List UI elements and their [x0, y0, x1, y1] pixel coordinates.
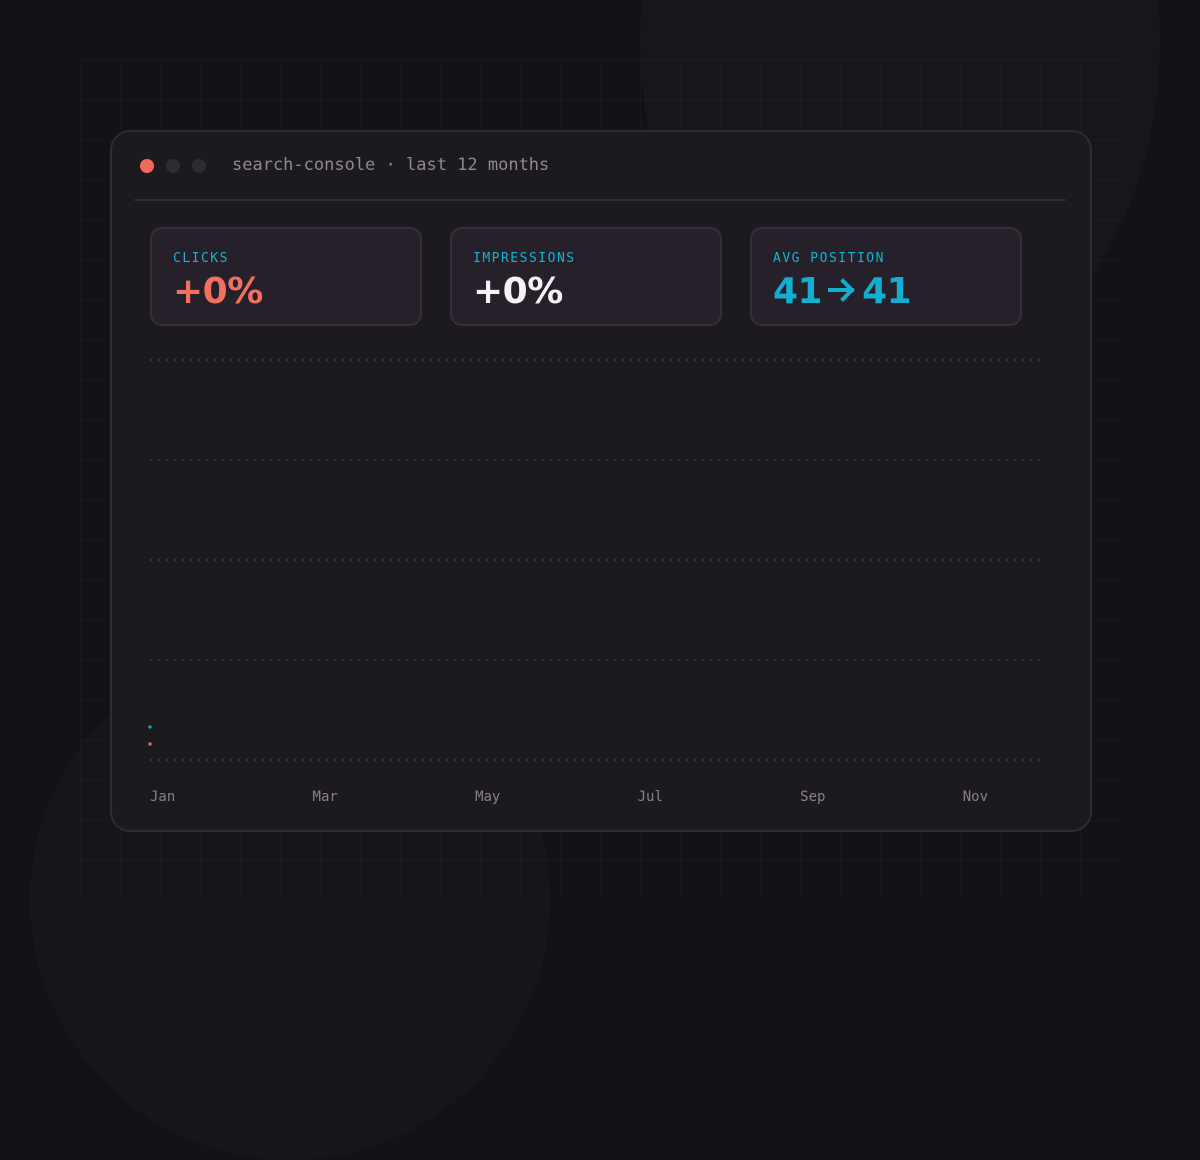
x-tick-label: Nov	[962, 789, 989, 805]
x-tick-label: May	[475, 789, 501, 805]
trend-chart	[148, 359, 1044, 761]
x-tick-label: Jan	[150, 789, 176, 805]
clicks-data-point	[148, 742, 152, 746]
x-tick-label: Jul	[637, 789, 663, 805]
x-tick-label: Sep	[800, 789, 826, 805]
x-tick-label: Mar	[312, 789, 338, 805]
console-window: search-console · last 12 months CLICKS +…	[110, 130, 1092, 832]
impressions-data-point	[148, 725, 152, 729]
